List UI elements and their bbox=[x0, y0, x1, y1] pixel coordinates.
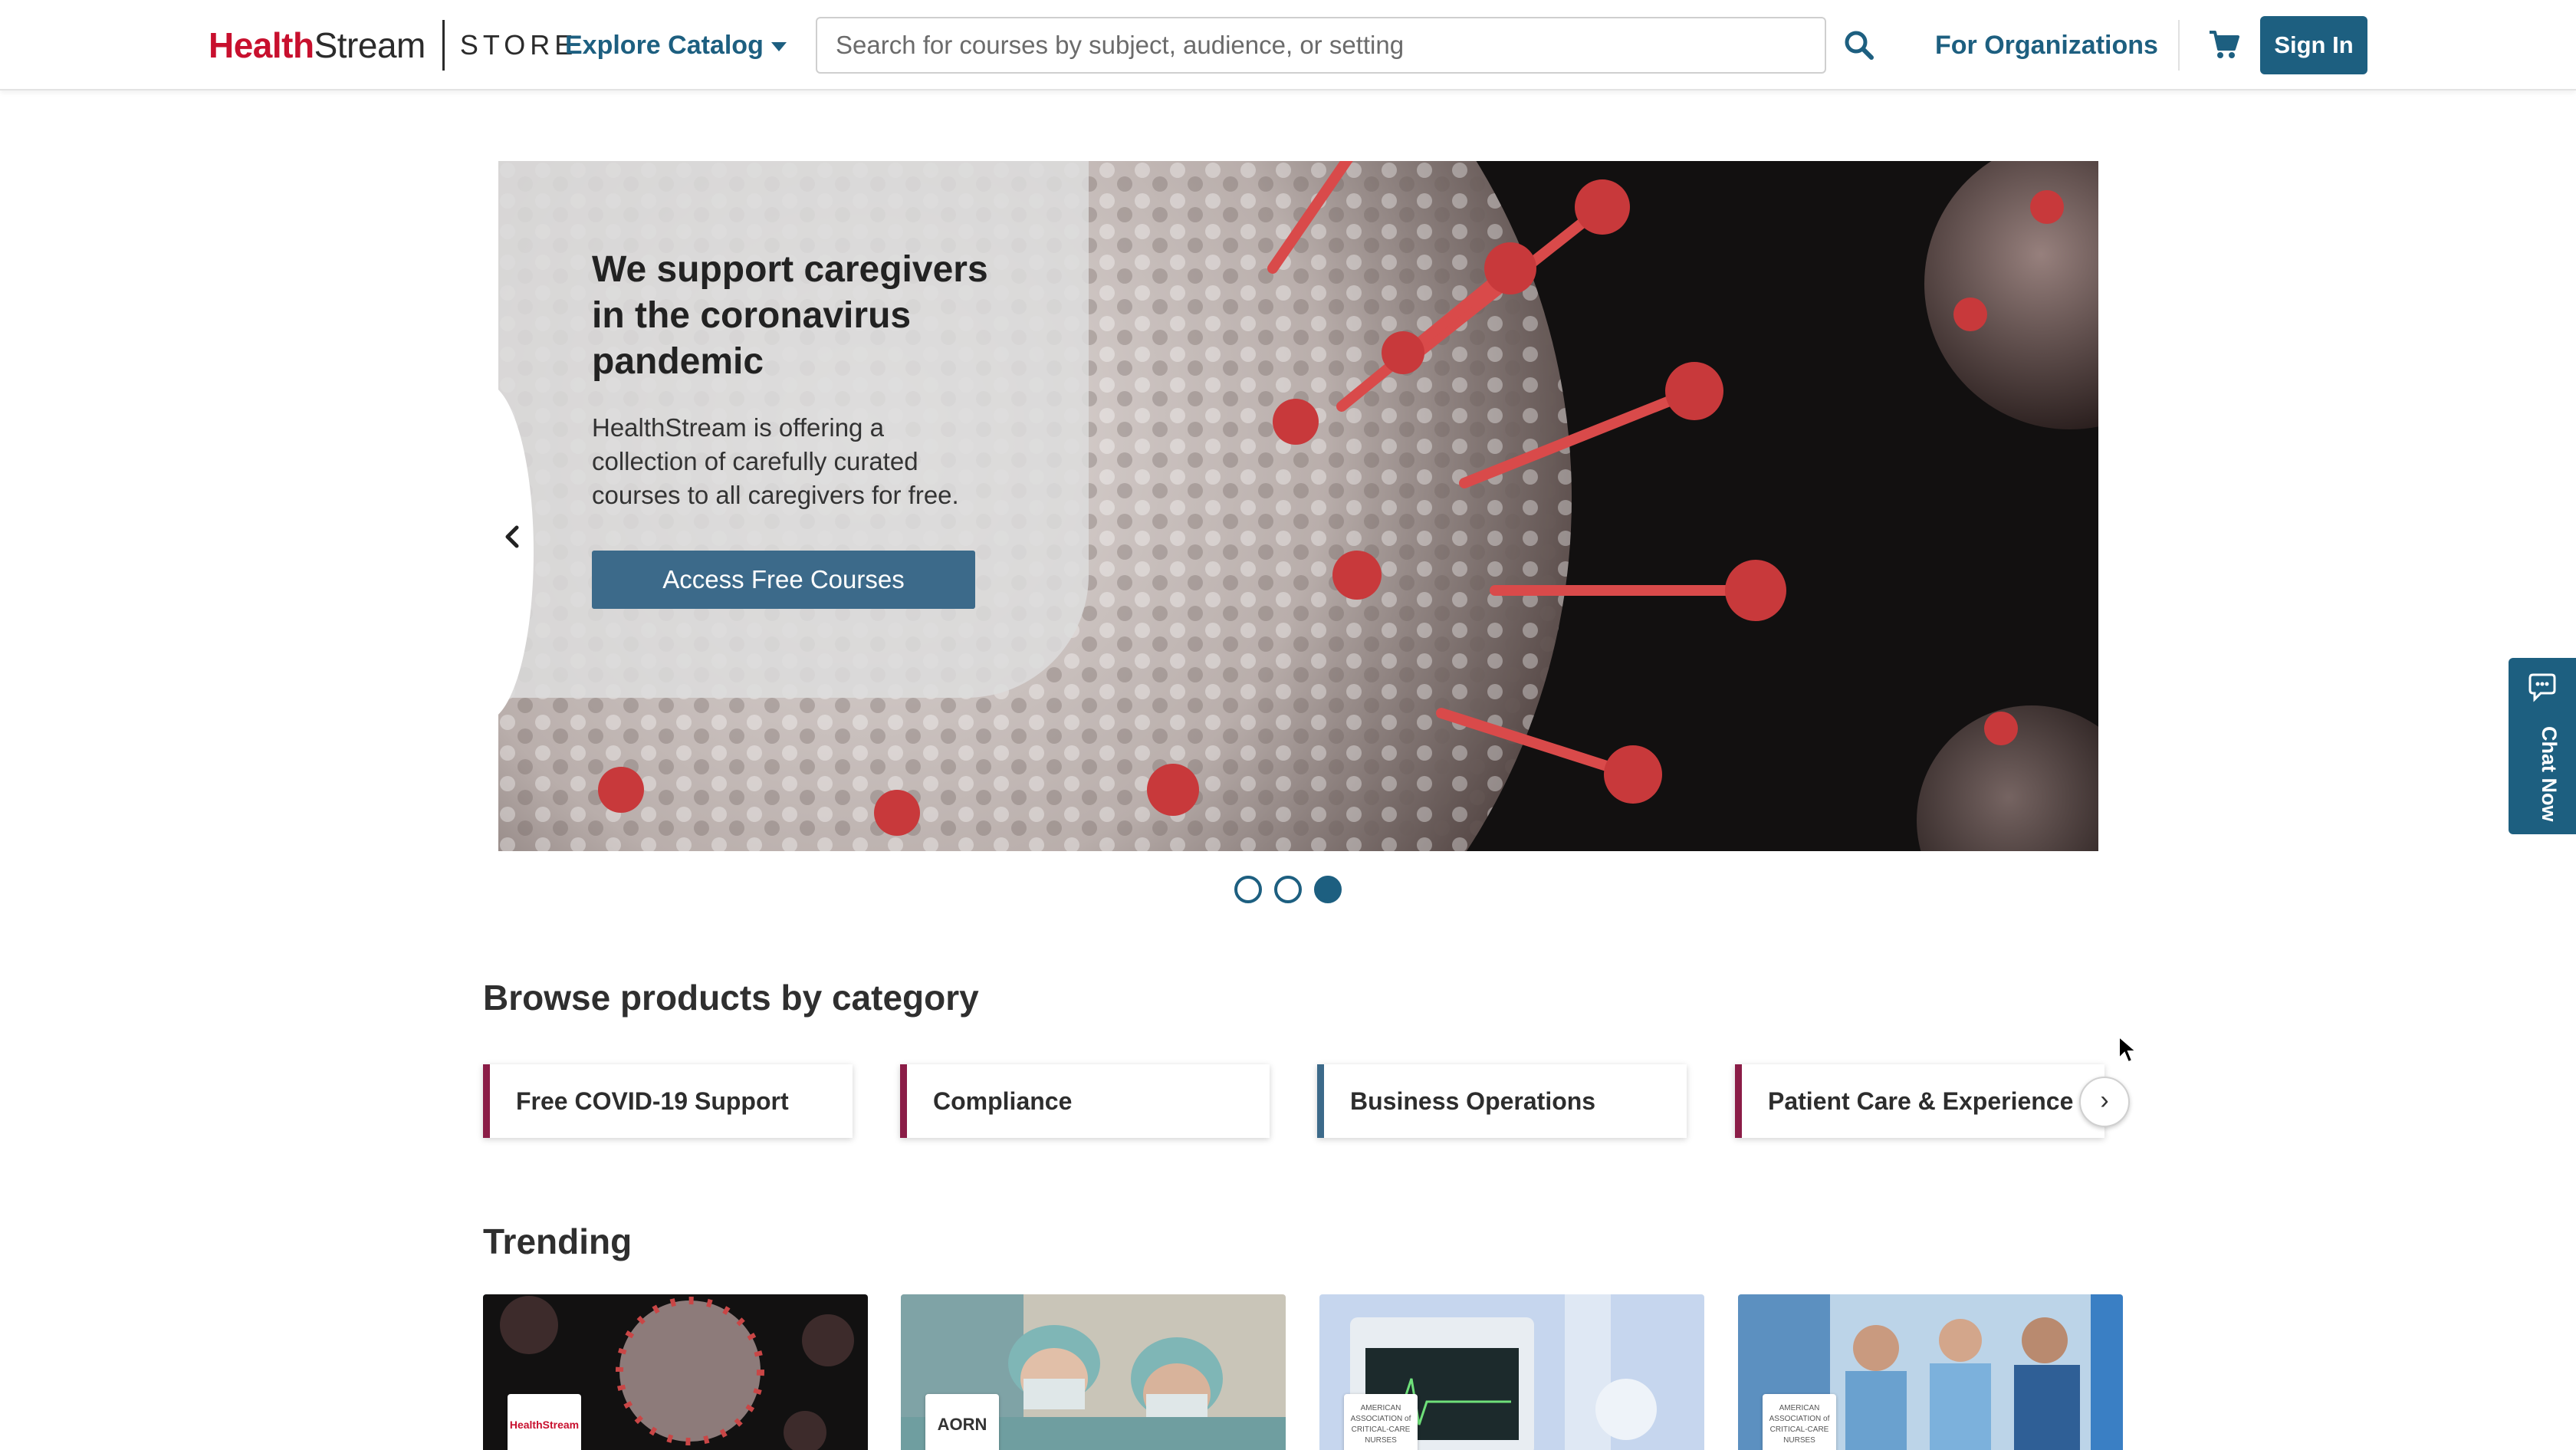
search-icon bbox=[1845, 31, 1874, 60]
publisher-name: HealthStream bbox=[509, 1419, 580, 1431]
publisher-name: AMERICAN ASSOCIATION of CRITICAL-CARE NU… bbox=[1350, 1404, 1411, 1445]
search-button[interactable] bbox=[1842, 28, 1877, 63]
explore-catalog-label: Explore Catalog bbox=[565, 30, 764, 60]
chevron-left-icon bbox=[505, 525, 519, 548]
hero-description: HealthStream is offering a collection of… bbox=[592, 413, 959, 509]
carousel-dot-3[interactable] bbox=[1314, 876, 1342, 903]
logo-stream-text: Stream bbox=[314, 25, 426, 65]
explore-catalog-menu[interactable]: Explore Catalog bbox=[565, 26, 787, 64]
hero-text-panel: We support caregivers in the coronavirus… bbox=[498, 161, 1089, 698]
caret-down-icon bbox=[770, 42, 787, 51]
category-patient-care-experience[interactable]: Patient Care & Experience bbox=[1735, 1064, 2104, 1138]
logo-store-text: STORE bbox=[459, 29, 578, 61]
hero-title: We support caregivers in the coronavirus… bbox=[592, 249, 988, 382]
publisher-logo-aorn: AORN bbox=[925, 1394, 999, 1450]
hero-carousel: We support caregivers in the coronavirus… bbox=[498, 161, 2098, 851]
trending-card-3[interactable]: AMERICAN ASSOCIATION of CRITICAL-CARE NU… bbox=[1319, 1294, 1704, 1450]
trending-card-1[interactable]: HealthStream bbox=[483, 1294, 868, 1450]
chat-now-tab[interactable]: Chat Now bbox=[2509, 658, 2576, 834]
access-free-courses-button[interactable]: Access Free Courses bbox=[592, 551, 975, 609]
carousel-dots bbox=[1234, 876, 1342, 903]
browse-categories-title: Browse products by category bbox=[483, 978, 979, 1018]
mouse-cursor-icon bbox=[2118, 1035, 2138, 1064]
trending-card-4[interactable]: AMERICAN ASSOCIATION of CRITICAL-CARE NU… bbox=[1738, 1294, 2123, 1450]
sign-in-button[interactable]: Sign In bbox=[2260, 16, 2367, 74]
search-input[interactable] bbox=[816, 17, 1826, 74]
carousel-dot-1[interactable] bbox=[1234, 876, 1262, 903]
category-business-operations[interactable]: Business Operations bbox=[1317, 1064, 1687, 1138]
healthstream-store-logo[interactable]: Health Stream STORE bbox=[209, 20, 577, 71]
chat-now-label: Chat Now bbox=[2538, 725, 2561, 822]
logo-divider bbox=[442, 20, 445, 71]
publisher-name: AORN bbox=[937, 1415, 987, 1434]
header-divider bbox=[2178, 20, 2180, 71]
for-organizations-link[interactable]: For Organizations bbox=[1935, 26, 2158, 64]
trending-title: Trending bbox=[483, 1221, 632, 1261]
category-compliance[interactable]: Compliance bbox=[900, 1064, 1270, 1138]
site-header: HealthStream STORE Explore Catalog For O… bbox=[0, 0, 2576, 90]
chat-icon bbox=[2528, 673, 2556, 702]
carousel-dot-2[interactable] bbox=[1274, 876, 1302, 903]
publisher-name: AMERICAN ASSOCIATION of CRITICAL-CARE NU… bbox=[1769, 1404, 1830, 1445]
category-next-button[interactable]: › bbox=[2079, 1077, 2130, 1127]
cart-icon bbox=[2210, 31, 2239, 58]
carousel-prev-button[interactable] bbox=[498, 514, 529, 560]
cart-button[interactable] bbox=[2208, 29, 2240, 61]
category-list: Free COVID-19 Support Compliance Busines… bbox=[483, 1064, 2104, 1138]
publisher-logo-aacn: AMERICAN ASSOCIATION of CRITICAL-CARE NU… bbox=[1763, 1394, 1836, 1450]
chevron-right-icon: › bbox=[2100, 1086, 2109, 1115]
publisher-logo-aacn: AMERICAN ASSOCIATION of CRITICAL-CARE NU… bbox=[1344, 1394, 1418, 1450]
publisher-logo-healthstream: HealthStream bbox=[508, 1394, 581, 1450]
trending-card-2[interactable]: AORN bbox=[901, 1294, 1286, 1450]
logo-health-text: Health bbox=[209, 25, 314, 65]
category-free-covid-19-support[interactable]: Free COVID-19 Support bbox=[483, 1064, 853, 1138]
